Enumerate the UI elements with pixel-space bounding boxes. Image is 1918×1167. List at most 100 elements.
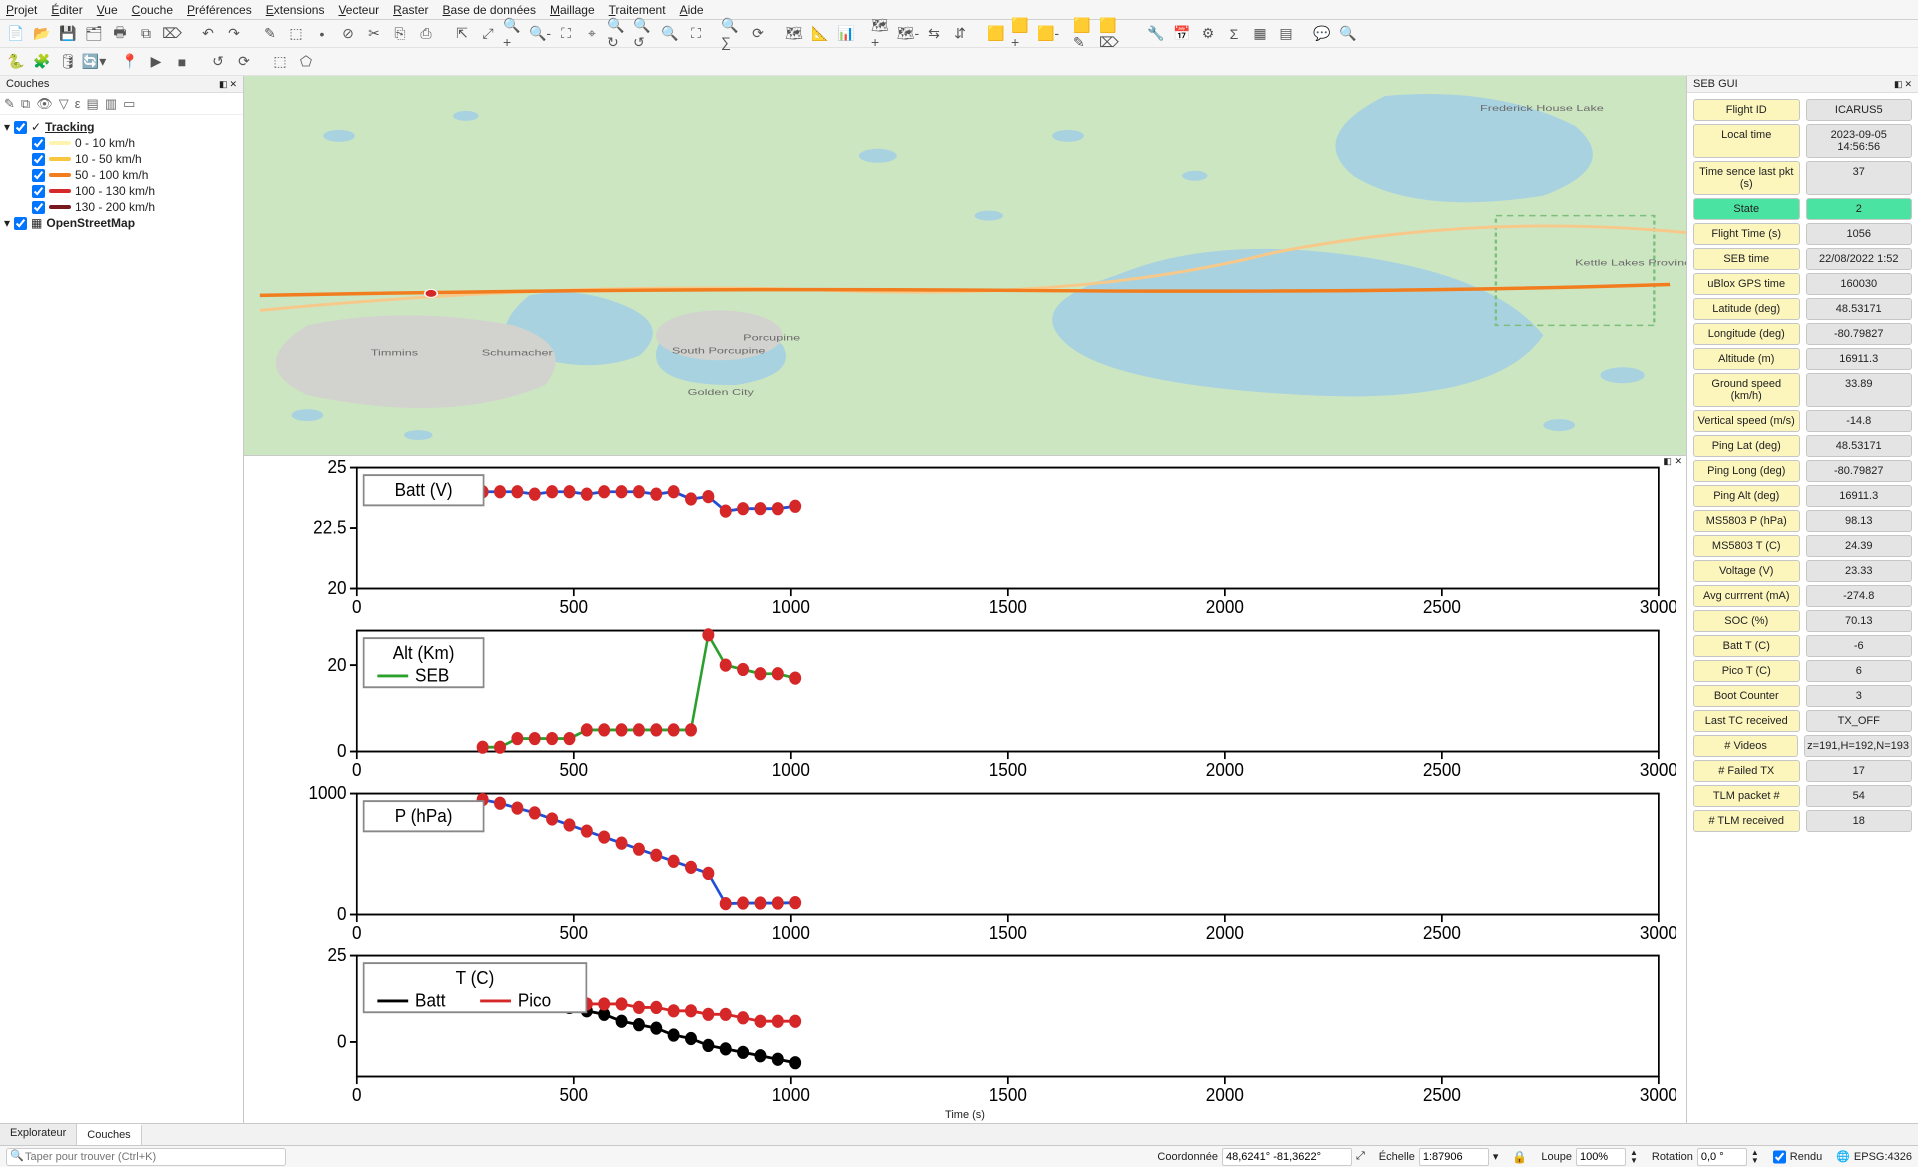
toolbar-button[interactable]: ↺ bbox=[206, 50, 230, 74]
filter-icon[interactable]: ▽ bbox=[59, 96, 69, 112]
toolbar-button[interactable]: 🔍- bbox=[528, 22, 552, 46]
toolbar-button[interactable]: ⇱ bbox=[450, 22, 474, 46]
lock-icon[interactable]: 🔒 bbox=[1512, 1150, 1527, 1164]
toolbar-button[interactable]: 💬 bbox=[1310, 22, 1334, 46]
toolbar-button[interactable]: ⎘ bbox=[388, 22, 412, 46]
close-icon[interactable]: ✕ bbox=[1904, 79, 1912, 89]
expand-icon[interactable]: ▤ bbox=[87, 96, 99, 112]
menu-extensions[interactable]: Extensions bbox=[266, 3, 325, 17]
layer-label[interactable]: 100 - 130 km/h bbox=[75, 184, 155, 198]
menu-vue[interactable]: Vue bbox=[97, 3, 118, 17]
toolbar-button[interactable]: ⛶ bbox=[684, 22, 708, 46]
toolbar-button[interactable]: 🔧 bbox=[1144, 22, 1168, 46]
toolbar-button[interactable]: 🗂 bbox=[82, 22, 106, 46]
toolbar-button[interactable]: ⬚ bbox=[284, 22, 308, 46]
expr-icon[interactable]: ε bbox=[75, 96, 81, 111]
undock-icon[interactable]: ◧ bbox=[219, 79, 228, 89]
toolbar-button[interactable]: ✎ bbox=[258, 22, 282, 46]
toolbar-button[interactable]: ⚙ bbox=[1196, 22, 1220, 46]
stepper-icon[interactable]: ▲▼ bbox=[1630, 1149, 1638, 1165]
menu-aide[interactable]: Aide bbox=[680, 3, 704, 17]
toolbar-button[interactable]: ⌖ bbox=[580, 22, 604, 46]
toolbar-button[interactable]: 📂 bbox=[30, 22, 54, 46]
toolbar-button[interactable]: 🛢 bbox=[56, 50, 80, 74]
stepper-icon[interactable]: ▲▼ bbox=[1751, 1149, 1759, 1165]
remove-icon[interactable]: ▭ bbox=[123, 96, 135, 112]
toolbar-button[interactable]: ⬠ bbox=[294, 50, 318, 74]
toolbar-button[interactable]: ✂ bbox=[362, 22, 386, 46]
toolbar-button[interactable]: 🟨- bbox=[1036, 22, 1060, 46]
toolbar-button[interactable]: ⬚ bbox=[268, 50, 292, 74]
toolbar-button[interactable]: 🔍 bbox=[1336, 22, 1360, 46]
toolbar-button[interactable]: ▶ bbox=[144, 50, 168, 74]
undock-icon[interactable]: ◧ bbox=[1894, 79, 1903, 89]
toolbar-button[interactable]: 📍 bbox=[118, 50, 142, 74]
toolbar-button[interactable]: 🔍+ bbox=[502, 22, 526, 46]
extent-icon[interactable]: ⤢ bbox=[1356, 1150, 1365, 1163]
toolbar-button[interactable]: Σ bbox=[1222, 22, 1246, 46]
toolbar-button[interactable]: ⊘ bbox=[336, 22, 360, 46]
map-canvas[interactable]: TimminsSchumacherPorcupineSouth Porcupin… bbox=[244, 76, 1686, 456]
toolbar-button[interactable]: ↷ bbox=[222, 22, 246, 46]
coord-input[interactable] bbox=[1222, 1148, 1352, 1166]
toolbar-button[interactable]: 🟨 bbox=[984, 22, 1008, 46]
layer-label[interactable]: 50 - 100 km/h bbox=[75, 168, 148, 182]
toolbar-button[interactable]: ⎙ bbox=[414, 22, 438, 46]
undock-icon[interactable]: ◧ bbox=[1663, 456, 1672, 466]
menu-raster[interactable]: Raster bbox=[393, 3, 428, 17]
menu-maillage[interactable]: Maillage bbox=[550, 3, 595, 17]
style-icon[interactable]: ✎ bbox=[4, 96, 15, 112]
toolbar-button[interactable]: ▤ bbox=[1274, 22, 1298, 46]
layer-check[interactable] bbox=[32, 201, 45, 214]
menu-couche[interactable]: Couche bbox=[132, 3, 173, 17]
close-icon[interactable]: ✕ bbox=[1674, 456, 1682, 466]
toolbar-button[interactable]: 🔍↻ bbox=[606, 22, 630, 46]
toolbar-button[interactable]: • bbox=[310, 22, 334, 46]
menu-préférences[interactable]: Préférences bbox=[187, 3, 252, 17]
toolbar-button[interactable]: ⛶ bbox=[554, 22, 578, 46]
chevron-down-icon[interactable]: ▾ bbox=[4, 216, 10, 230]
toolbar-button[interactable]: ⧉ bbox=[134, 22, 158, 46]
toolbar-button[interactable]: 🖶 bbox=[108, 22, 132, 46]
scale-input[interactable] bbox=[1419, 1148, 1489, 1166]
chevron-down-icon[interactable]: ▾ bbox=[4, 120, 10, 134]
loupe-input[interactable] bbox=[1576, 1148, 1626, 1166]
layer-check[interactable] bbox=[14, 121, 27, 134]
toolbar-button[interactable]: 🟨✎ bbox=[1072, 22, 1096, 46]
toolbar-button[interactable]: 🔄▾ bbox=[82, 50, 106, 74]
visibility-icon[interactable]: 👁 bbox=[36, 96, 53, 112]
toolbar-button[interactable]: ⌦ bbox=[160, 22, 184, 46]
toolbar-button[interactable]: 📅 bbox=[1170, 22, 1194, 46]
chevron-down-icon[interactable]: ▾ bbox=[1493, 1150, 1499, 1163]
layer-check[interactable] bbox=[14, 217, 27, 230]
toolbar-button[interactable]: 📊 bbox=[834, 22, 858, 46]
layer-check[interactable] bbox=[32, 137, 45, 150]
toolbar-button[interactable]: ⇵ bbox=[948, 22, 972, 46]
add-group-icon[interactable]: ⧉ bbox=[21, 96, 30, 112]
toolbar-button[interactable]: 🗺- bbox=[896, 22, 920, 46]
rotation-input[interactable] bbox=[1697, 1148, 1747, 1166]
layer-group-tracking[interactable]: Tracking bbox=[45, 120, 94, 134]
search-input[interactable] bbox=[6, 1148, 286, 1166]
toolbar-button[interactable]: 🗺+ bbox=[870, 22, 894, 46]
render-checkbox[interactable] bbox=[1773, 1148, 1786, 1166]
menu-éditer[interactable]: Éditer bbox=[51, 3, 82, 17]
toolbar-button[interactable]: ▦ bbox=[1248, 22, 1272, 46]
menu-base-de-données[interactable]: Base de données bbox=[443, 3, 536, 17]
toolbar-button[interactable]: 📄 bbox=[4, 22, 28, 46]
layer-check[interactable] bbox=[32, 185, 45, 198]
menu-projet[interactable]: Projet bbox=[6, 3, 37, 17]
toolbar-button[interactable]: ↶ bbox=[196, 22, 220, 46]
menu-vecteur[interactable]: Vecteur bbox=[338, 3, 379, 17]
layer-label[interactable]: 0 - 10 km/h bbox=[75, 136, 135, 150]
toolbar-button[interactable]: 🔍 bbox=[658, 22, 682, 46]
toolbar-button[interactable]: 🟨⌦ bbox=[1098, 22, 1122, 46]
toolbar-button[interactable]: 📐 bbox=[808, 22, 832, 46]
layer-check[interactable] bbox=[32, 169, 45, 182]
toolbar-button[interactable]: ⤢ bbox=[476, 22, 500, 46]
menu-traitement[interactable]: Traitement bbox=[609, 3, 666, 17]
tab-layers[interactable]: Couches bbox=[77, 1124, 141, 1145]
toolbar-button[interactable]: 🗺 bbox=[782, 22, 806, 46]
crs-field[interactable]: 🌐 EPSG:4326 bbox=[1836, 1150, 1912, 1163]
toolbar-button[interactable]: ⟳ bbox=[232, 50, 256, 74]
